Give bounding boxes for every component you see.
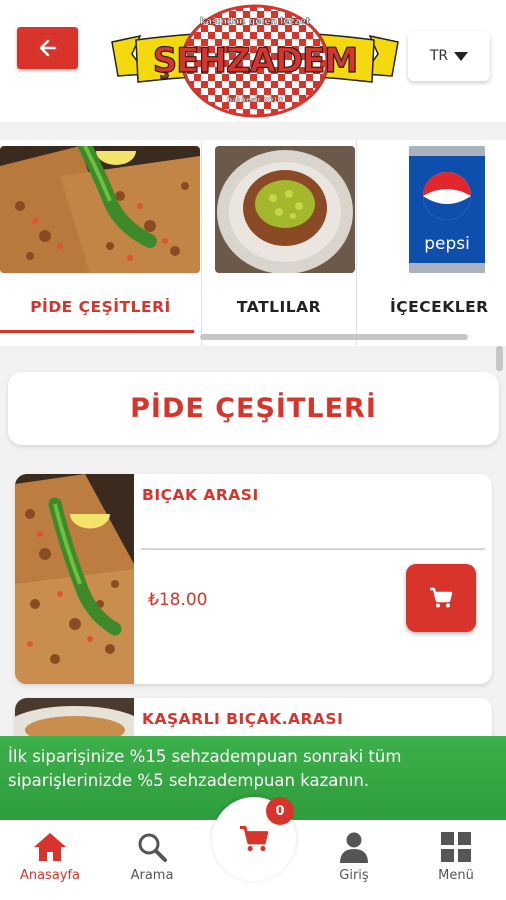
tab-pide[interactable]: PİDE ÇEŞİTLERİ — [0, 140, 202, 346]
category-scrollbar[interactable] — [200, 334, 468, 340]
product-divider — [141, 548, 485, 550]
tab-label-icecekler: İÇECEKLER — [390, 298, 489, 316]
cart-icon — [240, 826, 269, 852]
tab-label-tatlilar: TATLILAR — [236, 298, 322, 316]
tatlilar-category-image — [215, 146, 355, 273]
arrow-left-icon — [39, 39, 56, 57]
header: kaşından gelen lezzet ŞEHZADEM balıkesir… — [0, 0, 506, 122]
product-name: KAŞARLI BIÇAK.ARASI — [142, 710, 344, 728]
language-label: TR — [429, 48, 449, 64]
tab-tatlilar[interactable]: TATLILAR — [202, 140, 357, 346]
back-button[interactable] — [17, 27, 78, 69]
grid-icon — [441, 832, 471, 862]
nav-search[interactable]: Arama — [102, 820, 202, 900]
search-icon — [138, 833, 167, 862]
tab-icecekler[interactable]: pepsi İÇECEKLER — [357, 140, 506, 346]
nav-menu[interactable]: Menü — [406, 820, 506, 900]
logo-tagline-top: kaşından gelen lezzet — [200, 17, 311, 27]
category-tabs: PİDE ÇEŞİTLERİ TATLILAR pepsi İÇECEKLER — [0, 140, 506, 346]
nav-home-label: Anasayfa — [19, 868, 81, 883]
nav-login-label: Giriş — [339, 868, 369, 883]
product-image — [15, 474, 134, 684]
user-icon — [340, 832, 368, 863]
nav-menu-label: Menü — [438, 868, 474, 883]
nav-login[interactable]: Giriş — [304, 820, 404, 900]
product-card[interactable]: BIÇAK ARASI ₺18.00 — [15, 474, 492, 684]
cart-count-badge: 0 — [266, 797, 294, 825]
product-price: ₺18.00 — [148, 590, 208, 610]
tab-label-pide: PİDE ÇEŞİTLERİ — [30, 298, 171, 316]
home-icon — [34, 833, 66, 861]
language-selector[interactable]: TR — [408, 31, 490, 81]
section-title: PİDE ÇEŞİTLERİ — [8, 372, 499, 445]
icecekler-category-image: pepsi — [407, 146, 487, 273]
nav-home[interactable]: Anasayfa — [0, 820, 100, 900]
nav-search-label: Arama — [130, 868, 174, 883]
cart-icon — [430, 587, 453, 608]
list-scrollbar[interactable] — [496, 346, 503, 371]
sehzadem-logo[interactable]: kaşından gelen lezzet ŞEHZADEM balıkesir… — [110, 4, 400, 119]
logo-brand-text: ŞEHZADEM — [153, 41, 357, 81]
active-tab-indicator — [0, 330, 194, 333]
logo-tagline-bottom: balıkesir 2010 — [227, 96, 283, 104]
pepsi-can-text: pepsi — [424, 234, 470, 254]
pide-category-image — [0, 146, 200, 273]
product-name: BIÇAK ARASI — [142, 486, 259, 504]
add-to-cart-button[interactable] — [406, 564, 476, 632]
caret-down-icon — [454, 51, 469, 61]
